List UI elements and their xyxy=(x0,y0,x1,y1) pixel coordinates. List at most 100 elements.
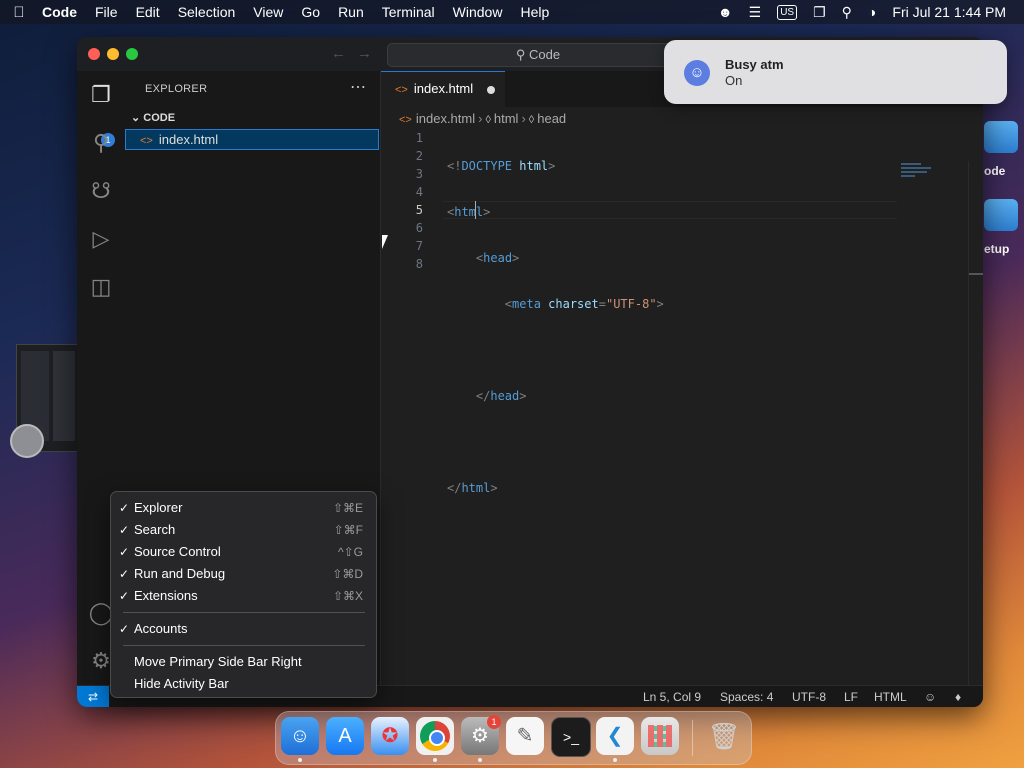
terminal-icon[interactable]: >_ xyxy=(551,717,591,757)
language-mode[interactable]: HTML xyxy=(874,686,907,707)
dock: ☺ A ✪ ⚙ 1 ✎ >_ ❮ 🗑 xyxy=(275,711,752,765)
sidebar-icon[interactable]: ☰ xyxy=(749,4,762,21)
textedit-icon[interactable]: ✎ xyxy=(506,717,544,755)
forward-arrow-icon[interactable]: → xyxy=(357,45,372,62)
checkmark-icon: ✓ xyxy=(119,589,130,603)
trash-icon[interactable]: 🗑 xyxy=(705,717,743,755)
focus-face-icon[interactable]: ☻ xyxy=(718,4,733,20)
menu-window[interactable]: Window xyxy=(453,4,503,20)
menu-item-hide-activity-bar[interactable]: Hide Activity Bar xyxy=(117,673,371,695)
menu-item-extensions[interactable]: ✓ Extensions ⇧⌘X xyxy=(117,585,371,607)
app-store-icon[interactable]: A xyxy=(326,717,364,755)
vscode-icon[interactable]: ❮ xyxy=(596,717,634,755)
menu-item-label: Run and Debug xyxy=(134,566,226,581)
menu-help[interactable]: Help xyxy=(520,4,549,20)
encoding-setting[interactable]: UTF-8 xyxy=(792,686,826,707)
code-line: <!DOCTYPE html> xyxy=(447,159,556,173)
unsaved-dot-icon[interactable] xyxy=(487,86,495,94)
breadcrumb-head[interactable]: head xyxy=(537,111,566,126)
folder-code[interactable]: ⌄ CODE xyxy=(131,111,175,124)
indentation-setting[interactable]: Spaces: 4 xyxy=(720,686,773,707)
checkmark-icon: ✓ xyxy=(119,545,130,559)
html-file-icon: <> xyxy=(140,135,153,147)
command-center[interactable]: ⚲ Code xyxy=(387,43,689,67)
menu-divider xyxy=(123,645,365,646)
zoom-window-button[interactable] xyxy=(126,48,138,60)
extensions-icon[interactable]: ◫ xyxy=(87,273,115,301)
chevron-down-icon: ⌄ xyxy=(131,112,141,124)
menu-bar:  Code File Edit Selection View Go Run T… xyxy=(0,0,1024,24)
launchpad-icon[interactable] xyxy=(641,717,679,755)
back-arrow-icon[interactable]: ← xyxy=(331,45,346,62)
running-indicator xyxy=(478,758,482,762)
menu-app-name[interactable]: Code xyxy=(42,4,77,20)
notifications-bell-icon[interactable]: ♦ xyxy=(955,686,961,707)
menu-item-run-and-debug[interactable]: ✓ Run and Debug ⇧⌘D xyxy=(117,563,371,585)
desktop-file-icon[interactable] xyxy=(984,121,1018,153)
running-indicator xyxy=(433,758,437,762)
command-center-label: Code xyxy=(529,47,561,62)
apple-menu-icon[interactable]:  xyxy=(10,4,28,21)
menu-terminal[interactable]: Terminal xyxy=(382,4,435,20)
menu-item-label: Move Primary Side Bar Right xyxy=(134,654,302,669)
menu-go[interactable]: Go xyxy=(301,4,320,20)
folder-label: CODE xyxy=(143,112,176,124)
control-center-icon[interactable]: ◑ xyxy=(868,4,876,20)
line-number: 8 xyxy=(415,257,423,271)
screen-mirroring-icon[interactable]: ❐ xyxy=(813,4,826,21)
system-settings-thumbnail-icon[interactable] xyxy=(10,424,44,458)
eol-setting[interactable]: LF xyxy=(844,686,858,707)
more-actions-icon[interactable]: ⋯ xyxy=(350,77,366,97)
cursor-position[interactable]: Ln 5, Col 9 xyxy=(643,686,701,707)
breadcrumb-html[interactable]: html xyxy=(494,111,519,126)
run-debug-icon[interactable]: ▷ xyxy=(87,225,115,253)
element-icon: ◊ xyxy=(528,114,535,126)
menu-item-accounts[interactable]: ✓ Accounts xyxy=(117,618,371,640)
search-view-icon[interactable]: ⚲ xyxy=(87,129,115,157)
menu-item-explorer[interactable]: ✓ Explorer ⇧⌘E xyxy=(117,497,371,519)
menu-divider xyxy=(123,612,365,613)
chrome-icon[interactable] xyxy=(416,717,454,755)
text-cursor xyxy=(475,201,476,219)
running-indicator xyxy=(298,758,302,762)
menu-file[interactable]: File xyxy=(95,4,118,20)
line-number: 1 xyxy=(415,131,423,145)
menu-clock[interactable]: Fri Jul 21 1:44 PM xyxy=(892,4,1006,20)
line-number: 2 xyxy=(415,149,423,163)
menu-edit[interactable]: Edit xyxy=(136,4,160,20)
sidebar-title: EXPLORER xyxy=(145,83,208,95)
breadcrumb: <> index.html › ◊ html › ◊ head xyxy=(399,111,567,126)
menu-run[interactable]: Run xyxy=(338,4,364,20)
dock-separator xyxy=(692,720,693,756)
file-item-index-html[interactable]: <> index.html xyxy=(125,129,379,150)
safari-icon[interactable]: ✪ xyxy=(371,717,409,755)
source-control-icon[interactable]: ☋ xyxy=(87,177,115,205)
menu-selection[interactable]: Selection xyxy=(178,4,236,20)
close-window-button[interactable] xyxy=(88,48,100,60)
minimize-window-button[interactable] xyxy=(107,48,119,60)
finder-icon[interactable]: ☺ xyxy=(281,717,319,755)
minimap[interactable] xyxy=(901,163,935,183)
vertical-scrollbar[interactable] xyxy=(968,161,983,707)
html-file-icon: <> xyxy=(399,114,412,126)
menu-item-label: Source Control xyxy=(134,544,221,559)
menu-item-shortcut: ⇧⌘D xyxy=(332,567,363,581)
explorer-icon[interactable]: ❐ xyxy=(87,81,115,109)
feedback-icon[interactable]: ☺ xyxy=(924,686,936,707)
notification-title: Busy atm xyxy=(725,57,784,72)
menu-item-search[interactable]: ✓ Search ⇧⌘F xyxy=(117,519,371,541)
desktop-setup-icon[interactable] xyxy=(984,199,1018,231)
remote-indicator-icon[interactable]: ⇄ xyxy=(77,686,109,707)
menu-item-source-control[interactable]: ✓ Source Control ^⇧G xyxy=(117,541,371,563)
menu-view[interactable]: View xyxy=(253,4,283,20)
code-editor[interactable]: <!DOCTYPE html> <html> <head> <meta char… xyxy=(447,129,664,525)
tab-index-html[interactable]: <> index.html xyxy=(381,71,505,107)
focus-notification[interactable]: ☺ Busy atm On xyxy=(664,40,1007,104)
desktop-file-label: ode xyxy=(984,164,1006,178)
spotlight-search-icon[interactable]: ⚲ xyxy=(842,4,852,21)
breadcrumb-file[interactable]: index.html xyxy=(416,111,475,126)
menu-item-move-side-bar-right[interactable]: Move Primary Side Bar Right xyxy=(117,651,371,673)
code-line: </html> xyxy=(447,481,498,495)
menu-item-shortcut: ⇧⌘F xyxy=(333,523,363,537)
input-source-indicator[interactable]: US xyxy=(777,4,798,20)
